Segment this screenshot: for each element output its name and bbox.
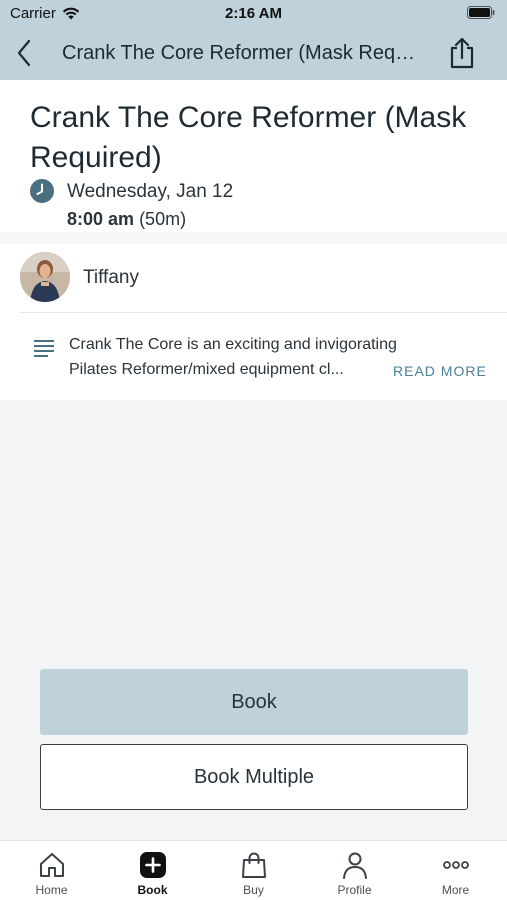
back-button[interactable] — [10, 38, 38, 68]
description-line-1: Crank The Core is an exciting and invigo… — [69, 336, 397, 353]
avatar-photo — [20, 252, 70, 302]
shopping-bag-icon — [241, 852, 266, 878]
battery-icon — [467, 6, 495, 19]
share-icon — [450, 37, 474, 69]
share-button[interactable] — [447, 36, 477, 70]
tab-more-label: More — [441, 883, 470, 897]
tab-home[interactable]: Home — [1, 841, 102, 900]
class-header-card: Crank The Core Reformer (Mask Required) … — [0, 80, 507, 232]
plus-square-icon — [139, 852, 166, 878]
class-date: Wednesday, Jan 12 — [67, 181, 234, 202]
class-time: 8:00 am — [67, 209, 135, 229]
tab-buy[interactable]: Buy — [203, 841, 304, 900]
tab-more[interactable]: More — [405, 841, 506, 900]
status-time: 2:16 AM — [225, 5, 282, 22]
class-time-row: 8:00 am (50m) — [67, 209, 186, 230]
book-button[interactable]: Book — [40, 669, 468, 735]
class-duration: (50m) — [139, 209, 187, 229]
home-icon — [39, 853, 64, 877]
tab-home-label: Home — [35, 883, 68, 897]
screen: Carrier 2:16 AM Crank The Core Reformer … — [0, 0, 507, 900]
description-line-2: Pilates Reformer/mixed equipment cl... — [69, 361, 344, 378]
tab-buy-label: Buy — [243, 883, 264, 897]
tab-book-label: Book — [137, 883, 168, 897]
tab-book[interactable]: Book — [102, 841, 203, 900]
nav-title: Crank The Core Reformer (Mask Requ... — [62, 42, 422, 64]
tab-profile-label: Profile — [337, 883, 372, 897]
divider — [20, 312, 507, 313]
instructor-name[interactable]: Tiffany — [83, 267, 139, 289]
tab-profile[interactable]: Profile — [304, 841, 405, 900]
description-lines-icon — [34, 340, 54, 357]
chevron-left-icon — [17, 39, 31, 67]
clock-icon — [30, 179, 54, 203]
more-dots-icon — [442, 861, 469, 869]
status-right — [467, 6, 495, 23]
class-title: Crank The Core Reformer (Mask Required) — [30, 101, 467, 174]
nav-bar: Crank The Core Reformer (Mask Requ... — [0, 26, 507, 80]
read-more-link[interactable]: READ MORE — [393, 363, 487, 379]
instructor-avatar[interactable] — [20, 252, 70, 302]
section-separator — [0, 232, 507, 244]
person-icon — [342, 852, 367, 879]
tab-bar: Home Book Buy Profile More — [0, 840, 507, 900]
status-bar: Carrier 2:16 AM — [0, 0, 507, 26]
class-info-card: Tiffany Crank The Core is an exciting an… — [0, 244, 507, 400]
book-multiple-button[interactable]: Book Multiple — [40, 744, 468, 810]
